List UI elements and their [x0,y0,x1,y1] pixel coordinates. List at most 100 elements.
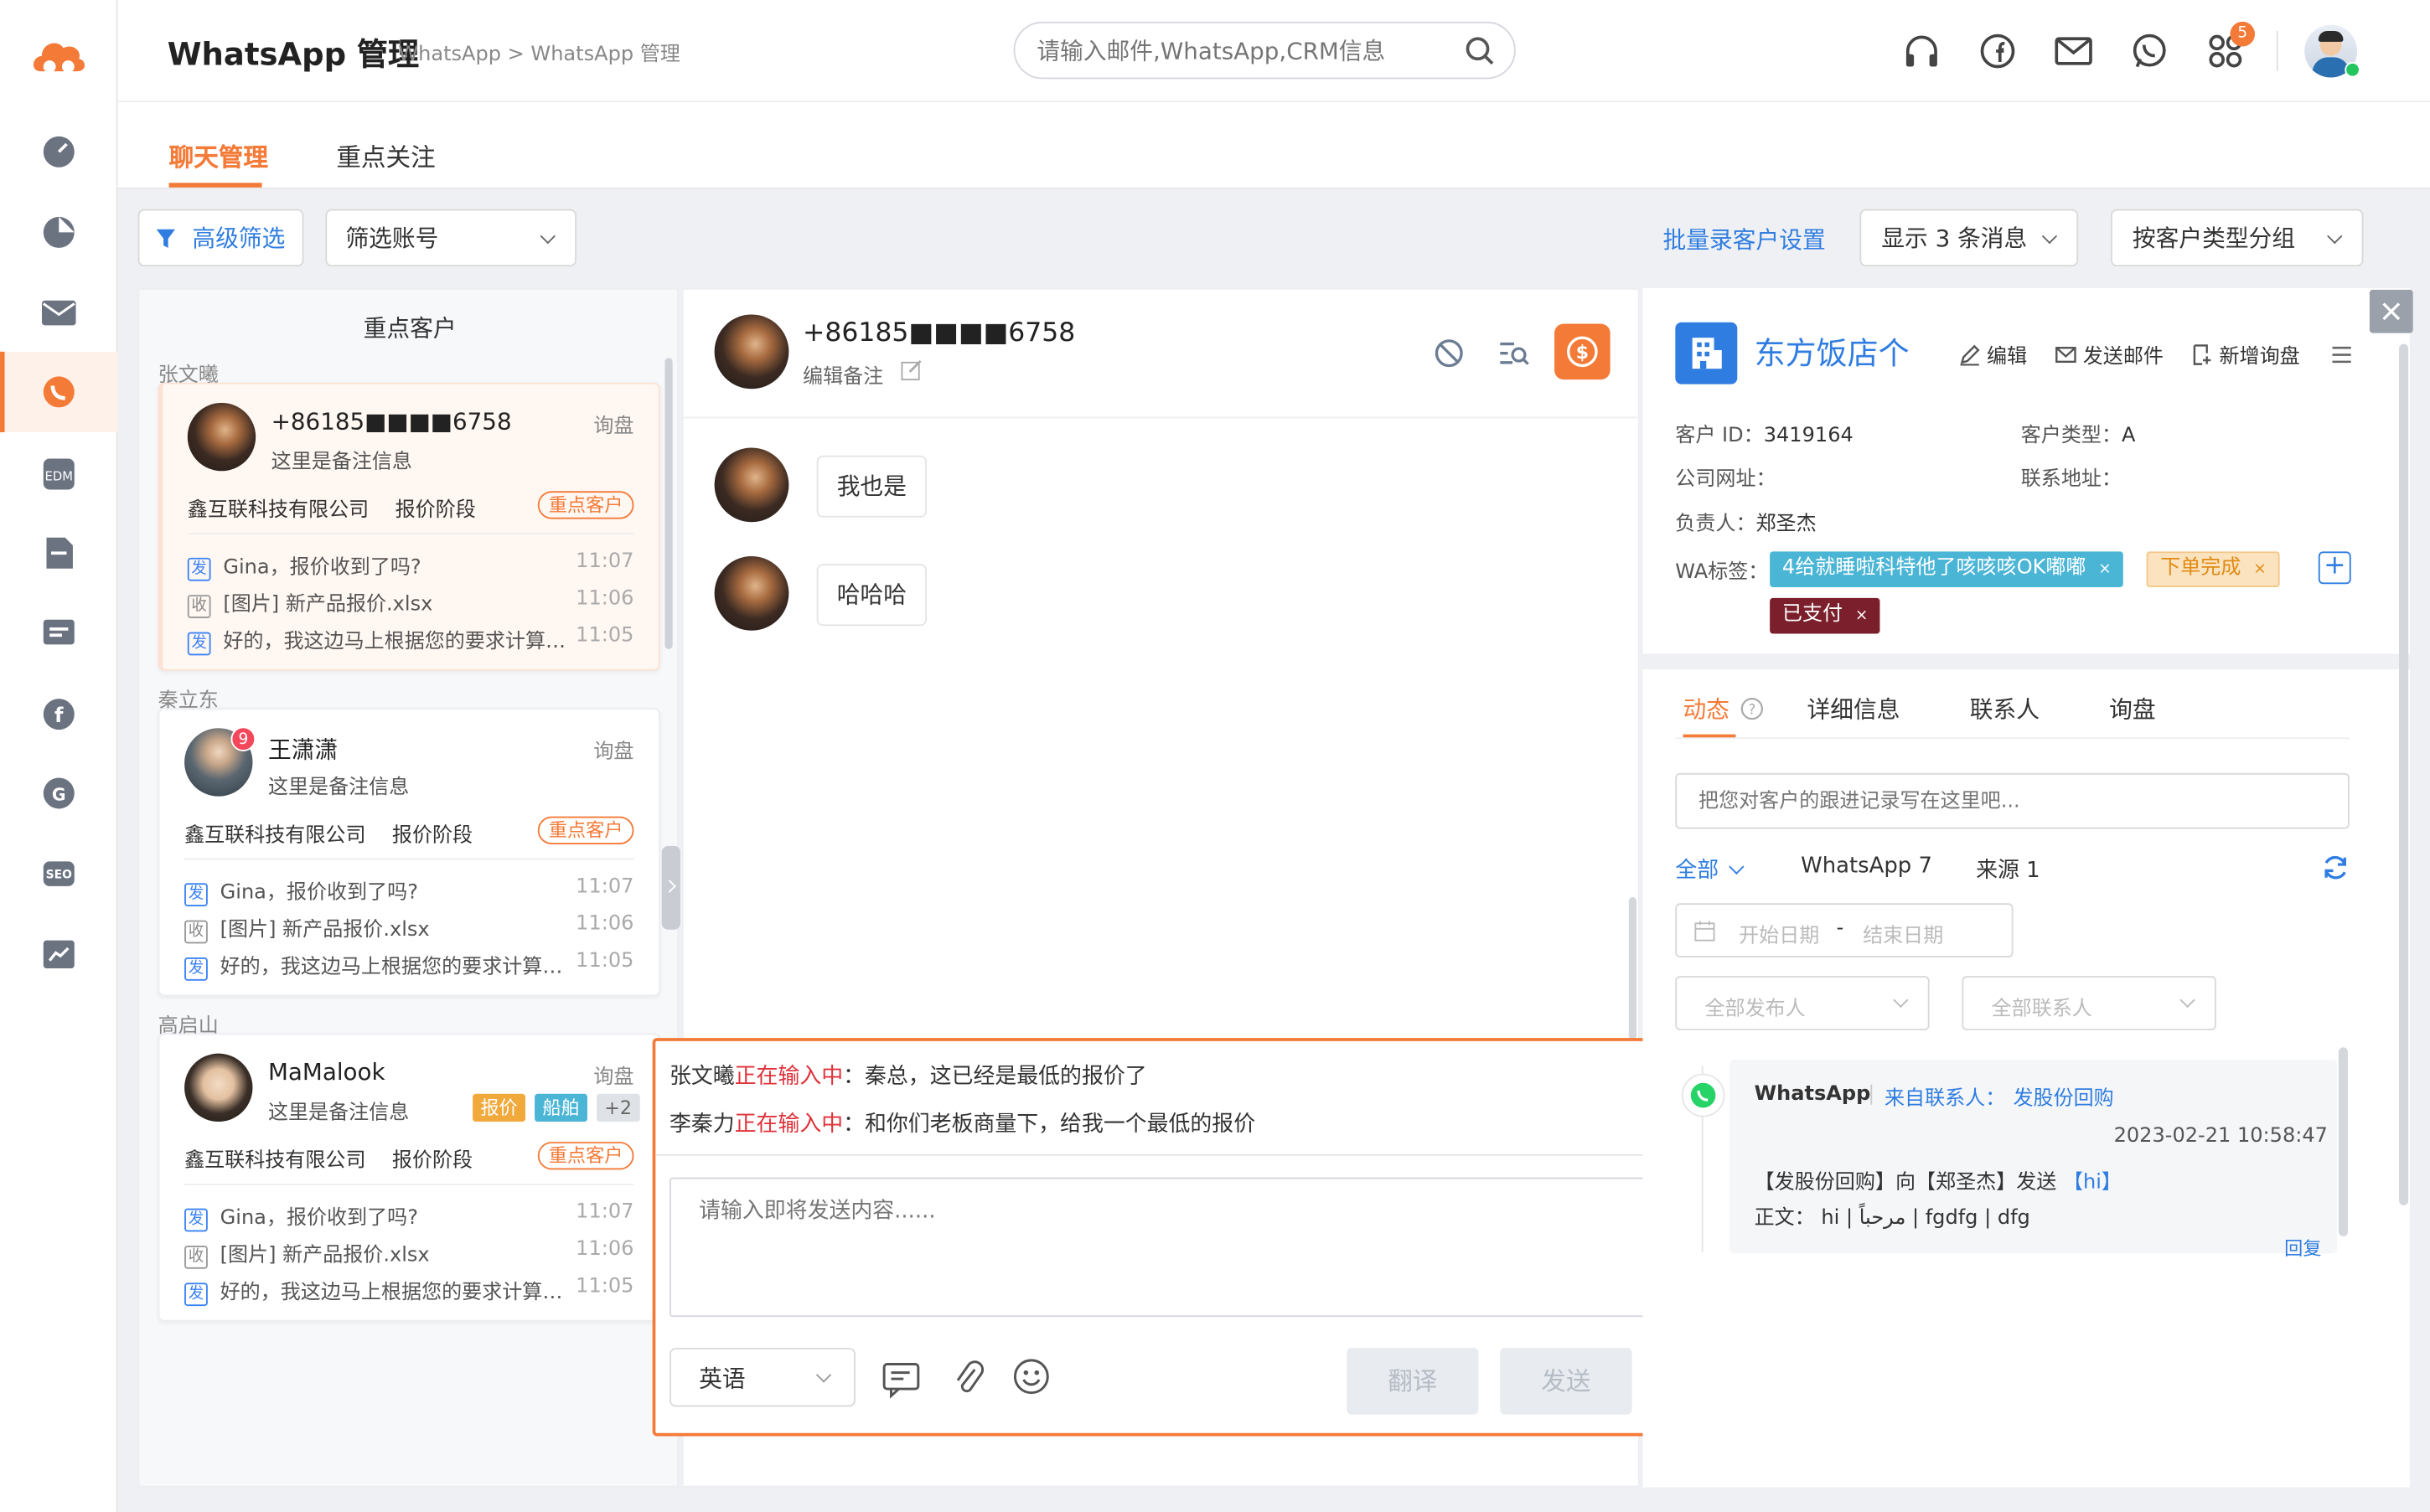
filter-whatsapp[interactable]: WhatsApp 7 [1801,854,1932,879]
address-field: 联系地址： [2020,467,2122,492]
conversation-card[interactable]: 9 王潇潇 询盘 这里是备注信息 鑫互联科技有限公司 报价阶段 重点客户 发 Gi… [158,708,660,997]
translate-button[interactable]: 翻译 [1347,1348,1479,1415]
contact-select[interactable]: 全部联系人 [1962,976,2216,1030]
analytics-icon[interactable] [40,936,77,973]
quick-reply-icon[interactable] [882,1362,922,1399]
edit-icon[interactable] [901,358,924,381]
remove-tag-icon[interactable]: × [2253,561,2267,578]
stage-tag: 询盘 [593,1066,634,1090]
seo-icon[interactable]: SEO [40,855,77,892]
edit-customer-button[interactable]: 编辑 [1959,339,2027,369]
edm-icon[interactable]: EDM [40,456,77,493]
whatsapp-icon[interactable] [2129,31,2169,71]
reply-link[interactable]: 回复 [2284,1235,2321,1261]
more-labels-chip[interactable]: +2 [597,1093,640,1122]
wa-tags-label: WA标签： [1675,560,1769,585]
composer-divider [655,1153,1691,1156]
search-input[interactable] [1037,32,1440,70]
payment-button[interactable]: $ [1554,323,1611,380]
calendar-icon [1694,921,1715,942]
contact-avatar [187,402,256,472]
send-mail-button[interactable]: 发送邮件 [2055,339,2164,369]
message-input[interactable] [669,1177,1688,1318]
advanced-filter-button[interactable]: 高级筛选 [137,209,304,267]
tab-contacts[interactable]: 联系人 [1970,693,2040,725]
facebook-icon[interactable] [1978,31,2018,71]
online-status-dot [2345,61,2360,78]
batch-setting-link[interactable]: 批量录客户设置 [1663,223,1826,255]
contact-note: 这里是备注信息 [271,451,412,474]
customer-name[interactable]: 东方饭店个 [1755,328,1910,374]
tab-details[interactable]: 详细信息 [1807,693,1900,725]
list-scrollbar[interactable] [664,358,673,649]
mail-header-icon[interactable] [2054,31,2094,71]
breadcrumb[interactable]: WhatsApp > WhatsApp 管理 [398,37,680,67]
divider [1870,1084,1873,1105]
show-messages-select[interactable]: 显示 3 条消息 [1859,209,2079,267]
wa-tag: 4给就睡啦科特他了咳咳咳OK嘟嘟 × [1770,551,2124,587]
contact-label: 全部联系人 [1991,998,2092,1021]
chevron-down-icon [815,1367,832,1383]
facebook-nav-icon[interactable]: f [40,695,77,732]
end-date: 结束日期 [1863,925,1944,948]
new-inquiry-button[interactable]: 新增询盘 [2191,339,2300,369]
filter-source[interactable]: 来源 1 [1976,854,2040,885]
svg-text:$: $ [1576,342,1589,364]
publisher-select[interactable]: 全部发布人 [1675,976,1930,1030]
chevron-down-icon [2041,228,2058,245]
remove-tag-icon[interactable]: × [2098,561,2112,578]
key-customer-badge: 重点客户 [537,491,634,519]
chat-contact-avatar [714,314,789,390]
group-by-select[interactable]: 按客户类型分组 [2111,209,2364,267]
tab-activity[interactable]: 动态 [1683,693,1730,725]
contact-name: +86185■■■■6758 [271,407,512,436]
google-nav-icon[interactable]: G [40,775,77,812]
search-history-icon[interactable] [1498,339,1529,367]
emoji-icon[interactable] [1012,1357,1051,1396]
language-select[interactable]: 英语 [669,1348,856,1407]
help-icon[interactable]: ? [1740,697,1764,720]
attachment-icon[interactable] [952,1359,986,1399]
dollar-icon: $ [1567,336,1598,368]
whatsapp-nav-icon[interactable] [40,374,77,410]
block-icon[interactable] [1434,338,1465,369]
headset-icon[interactable] [1901,31,1941,71]
tab-chat-management[interactable]: 聊天管理 [169,137,268,173]
account-filter-select[interactable]: 筛选账号 [325,209,577,267]
global-search[interactable] [1013,21,1516,80]
tabs-divider [1675,737,2350,740]
pie-chart-icon[interactable] [40,214,77,250]
close-panel-button[interactable] [2369,289,2413,333]
refresh-icon[interactable] [2322,854,2350,881]
conversation-card[interactable]: MaMalook 询盘 这里是备注信息 报价 船舶 +2 鑫互联科技有限公司 报… [158,1033,660,1322]
conversation-card[interactable]: +86185■■■■6758 询盘 这里是备注信息 鑫互联科技有限公司 报价阶段… [158,382,660,671]
send-button[interactable]: 发送 [1500,1348,1632,1415]
dashboard-icon[interactable] [40,133,77,170]
label-chip: 船舶 [535,1093,587,1122]
mail-icon[interactable] [40,294,77,331]
tab-key-focus[interactable]: 重点关注 [336,137,435,173]
add-tag-button[interactable]: + [2318,551,2351,585]
message-board-icon[interactable] [40,615,77,652]
date-range-picker[interactable]: 开始日期 - 结束日期 [1675,903,2014,957]
document-icon[interactable] [40,534,77,571]
activity-scrollbar[interactable] [2338,1047,2348,1236]
contact-name: 王潇潇 [267,735,339,764]
add-doc-icon [2193,343,2211,364]
activity-from-contact[interactable]: 发股份回购 [2014,1081,2114,1111]
remove-tag-icon[interactable]: × [1855,607,1869,624]
timeline-node [1681,1073,1725,1117]
customer-id-field: 客户 ID：3419164 [1675,424,1854,448]
followup-input[interactable] [1675,772,2350,829]
search-icon[interactable] [1465,36,1496,67]
filter-all[interactable]: 全部 [1675,854,1745,885]
message-bubble: 我也是 [816,455,928,518]
menu-icon[interactable] [2331,345,2353,364]
chevron-down-icon [1729,858,1745,875]
collapse-panel-handle[interactable] [661,845,680,930]
website-field: 公司网址： [1675,467,1776,492]
edit-note-label[interactable]: 编辑备注 [803,359,883,389]
right-panel-scrollbar[interactable] [2399,343,2409,1205]
chat-scrollbar[interactable] [1628,896,1637,1040]
tab-inquiry[interactable]: 询盘 [2109,693,2156,725]
